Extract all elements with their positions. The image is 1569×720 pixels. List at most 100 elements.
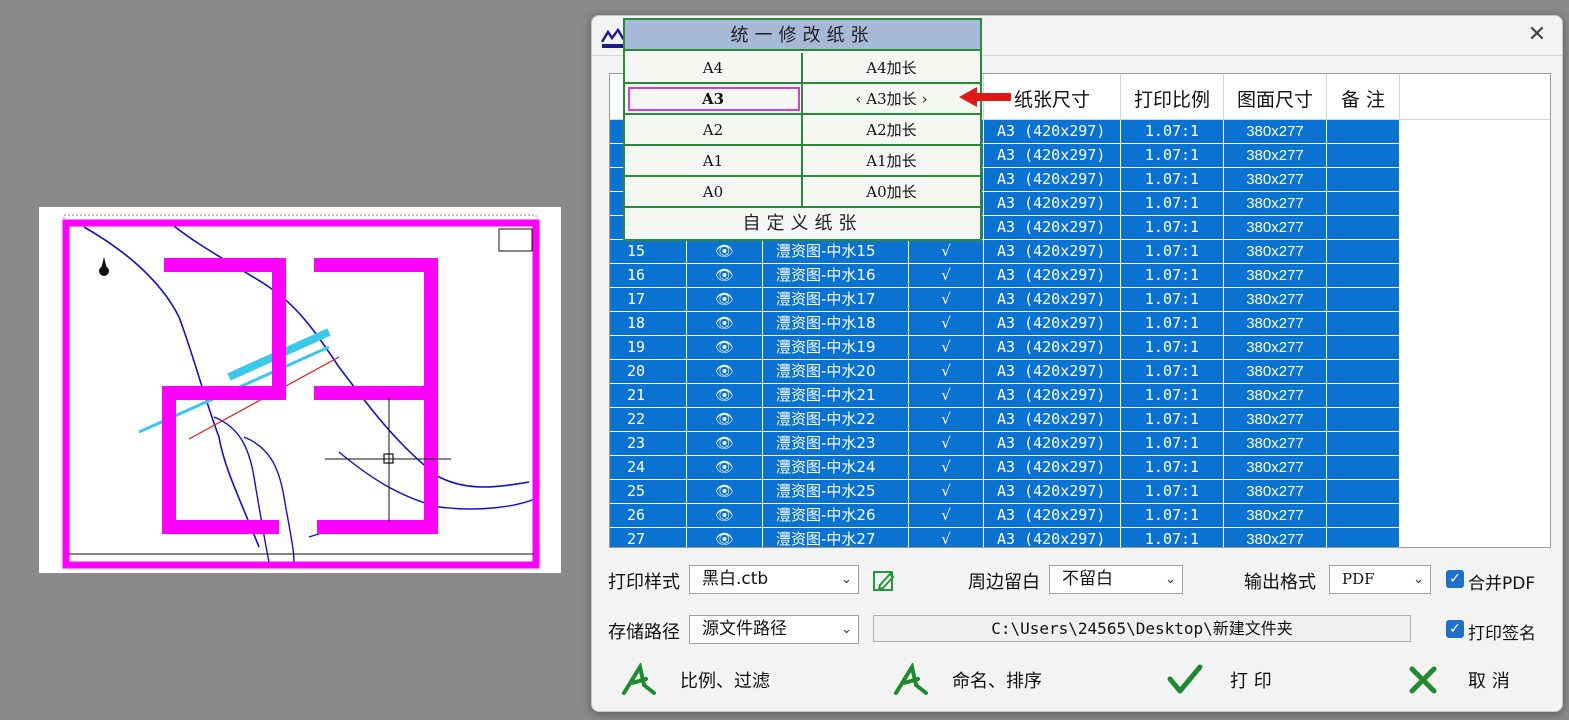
preview-eye-icon[interactable]: 👁 [687, 288, 763, 312]
table-row[interactable]: 24 👁 灃资图-中水24 √ A3 (420x297) 1.07:1 380x277 [610, 456, 1400, 480]
save-path-select[interactable]: 源文件路径 ⌄ [689, 615, 859, 644]
popup-title: 统一修改纸张 [625, 20, 980, 51]
table-row[interactable]: 17 👁 灃资图-中水17 √ A3 (420x297) 1.07:1 380x277 [610, 288, 1400, 312]
table-row[interactable]: 20 👁 灃资图-中水20 √ A3 (420x297) 1.07:1 380x277 [610, 360, 1400, 384]
scale-filter-button[interactable]: 比例、过滤 [620, 661, 800, 699]
paper-a1-option[interactable]: A1 [625, 146, 803, 177]
paper-a0-long-option[interactable]: A0加长 [803, 177, 980, 208]
cell-print-scale: 1.07:1 [1121, 168, 1224, 192]
cell-paper-size: A3 (420x297) [984, 288, 1121, 312]
cell-remark [1327, 120, 1400, 144]
cell-paper-size: A3 (420x297) [984, 480, 1121, 504]
save-path-display[interactable]: C:\Users\24565\Desktop\新建文件夹 [873, 615, 1411, 642]
preview-eye-icon[interactable]: 👁 [687, 384, 763, 408]
selected-check-icon[interactable]: √ [909, 312, 984, 336]
merge-pdf-checkbox[interactable]: ✓ [1446, 570, 1464, 588]
table-row[interactable]: 18 👁 灃资图-中水18 √ A3 (420x297) 1.07:1 380x277 [610, 312, 1400, 336]
cell-drawing-size: 380x277 [1224, 336, 1327, 360]
cell-remark [1327, 216, 1400, 240]
paper-a4-long-option[interactable]: A4加长 [803, 53, 980, 84]
paper-a3-option[interactable]: A3 [625, 84, 803, 115]
table-row[interactable]: 22 👁 灃资图-中水22 √ A3 (420x297) 1.07:1 380x277 [610, 408, 1400, 432]
cell-paper-size: A3 (420x297) [984, 408, 1121, 432]
preview-eye-icon[interactable]: 👁 [687, 528, 763, 547]
header-remark[interactable]: 备 注 [1327, 74, 1400, 120]
paper-a4-option[interactable]: A4 [625, 53, 803, 84]
cell-paper-size: A3 (420x297) [984, 312, 1121, 336]
table-row[interactable]: 23 👁 灃资图-中水23 √ A3 (420x297) 1.07:1 380x277 [610, 432, 1400, 456]
custom-paper-option[interactable]: 自定义纸张 [625, 209, 980, 239]
cell-number: 24 [610, 456, 687, 480]
table-row[interactable]: 16 👁 灃资图-中水16 √ A3 (420x297) 1.07:1 380x277 [610, 264, 1400, 288]
cell-paper-size: A3 (420x297) [984, 360, 1121, 384]
selected-check-icon[interactable]: √ [909, 432, 984, 456]
selected-check-icon[interactable]: √ [909, 240, 984, 264]
margin-select[interactable]: 不留白 ⌄ [1049, 565, 1183, 594]
preview-eye-icon[interactable]: 👁 [687, 432, 763, 456]
selected-check-icon[interactable]: √ [909, 360, 984, 384]
preview-eye-icon[interactable]: 👁 [687, 336, 763, 360]
pen-a-icon [622, 663, 656, 695]
selected-check-icon[interactable]: √ [909, 336, 984, 360]
selected-check-icon[interactable]: √ [909, 264, 984, 288]
cell-remark [1327, 192, 1400, 216]
table-row[interactable]: 19 👁 灃资图-中水19 √ A3 (420x297) 1.07:1 380x277 [610, 336, 1400, 360]
chevron-down-icon: ⌄ [841, 572, 852, 587]
preview-eye-icon[interactable]: 👁 [687, 240, 763, 264]
selected-check-icon[interactable]: √ [909, 528, 984, 547]
print-style-select[interactable]: 黑白.ctb ⌄ [689, 565, 859, 594]
checkmark-icon [1167, 664, 1203, 694]
print-style-value: 黑白.ctb [702, 569, 769, 589]
selected-check-icon[interactable]: √ [909, 288, 984, 312]
cell-paper-size: A3 (420x297) [984, 432, 1121, 456]
preview-eye-icon[interactable]: 👁 [687, 480, 763, 504]
paper-size-popup: 统一修改纸张 A4 A4加长 A3 ‹ A3加长 › A2 A2加长 A1 A1… [623, 18, 982, 241]
paper-a1-long-option[interactable]: A1加长 [803, 146, 980, 177]
paper-a2-long-option[interactable]: A2加长 [803, 115, 980, 146]
cancel-button[interactable]: 取 消 [1406, 661, 1536, 699]
cell-drawing-size: 380x277 [1224, 528, 1327, 547]
edit-style-icon[interactable] [872, 569, 896, 593]
cell-drawing-size: 380x277 [1224, 264, 1327, 288]
selected-check-icon[interactable]: √ [909, 384, 984, 408]
selected-check-icon[interactable]: √ [909, 456, 984, 480]
header-drawing-size[interactable]: 图面尺寸 [1224, 74, 1327, 120]
preview-eye-icon[interactable]: 👁 [687, 456, 763, 480]
header-print-scale[interactable]: 打印比例 [1121, 74, 1224, 120]
cell-drawing-size: 380x277 [1224, 240, 1327, 264]
cell-drawing-size: 380x277 [1224, 192, 1327, 216]
selected-check-icon[interactable]: √ [909, 480, 984, 504]
output-format-select[interactable]: PDF ⌄ [1329, 565, 1431, 594]
paper-a0-option[interactable]: A0 [625, 177, 803, 208]
cell-paper-size: A3 (420x297) [984, 144, 1121, 168]
cell-drawing-name: 灃资图-中水17 [763, 288, 909, 312]
paper-a2-option[interactable]: A2 [625, 115, 803, 146]
name-sort-button[interactable]: 命名、排序 [892, 661, 1072, 699]
cell-remark [1327, 168, 1400, 192]
preview-eye-icon[interactable]: 👁 [687, 312, 763, 336]
cell-print-scale: 1.07:1 [1121, 216, 1224, 240]
cell-remark [1327, 432, 1400, 456]
cell-print-scale: 1.07:1 [1121, 336, 1224, 360]
preview-eye-icon[interactable]: 👁 [687, 264, 763, 288]
cell-number: 23 [610, 432, 687, 456]
cell-drawing-name: 灃资图-中水26 [763, 504, 909, 528]
cell-drawing-size: 380x277 [1224, 168, 1327, 192]
table-row[interactable]: 25 👁 灃资图-中水25 √ A3 (420x297) 1.07:1 380x277 [610, 480, 1400, 504]
print-button[interactable]: 打 印 [1166, 661, 1306, 699]
table-row[interactable]: 15 👁 灃资图-中水15 √ A3 (420x297) 1.07:1 380x277 [610, 240, 1400, 264]
preview-eye-icon[interactable]: 👁 [687, 408, 763, 432]
print-sign-checkbox[interactable]: ✓ [1446, 620, 1464, 638]
table-row[interactable]: 26 👁 灃资图-中水26 √ A3 (420x297) 1.07:1 380x277 [610, 504, 1400, 528]
cell-number: 17 [610, 288, 687, 312]
table-row[interactable]: 21 👁 灃资图-中水21 √ A3 (420x297) 1.07:1 380x277 [610, 384, 1400, 408]
selected-check-icon[interactable]: √ [909, 408, 984, 432]
table-row[interactable]: 27 👁 灃资图-中水27 √ A3 (420x297) 1.07:1 380x277 [610, 528, 1400, 547]
preview-eye-icon[interactable]: 👁 [687, 504, 763, 528]
selected-check-icon[interactable]: √ [909, 504, 984, 528]
preview-eye-icon[interactable]: 👁 [687, 360, 763, 384]
paper-a3-long-option[interactable]: ‹ A3加长 › [803, 84, 980, 115]
cell-remark [1327, 360, 1400, 384]
close-icon[interactable]: ✕ [1526, 24, 1548, 47]
red-arrow-icon [959, 87, 1011, 107]
